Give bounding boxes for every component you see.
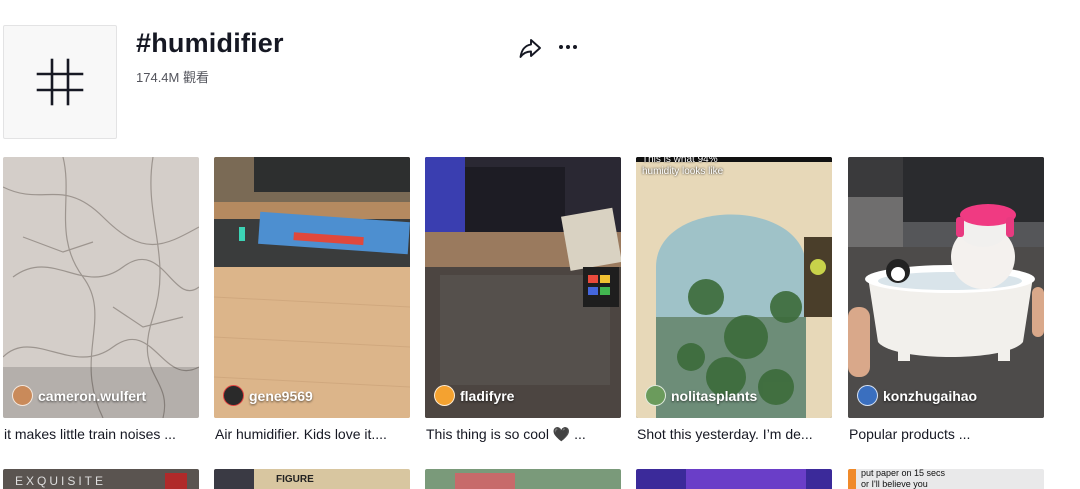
hash-icon bbox=[36, 58, 84, 106]
avatar bbox=[12, 385, 33, 406]
video-caption[interactable]: Popular products ... bbox=[849, 426, 1045, 442]
video-thumbnail[interactable]: konzhugaihao bbox=[848, 157, 1044, 418]
video-thumbnail[interactable]: cameron.wulfert bbox=[3, 157, 199, 418]
more-options-button[interactable] bbox=[556, 34, 580, 58]
video-thumbnail[interactable]: This is what 94% humidity looks like nol… bbox=[636, 157, 832, 418]
video-author[interactable]: gene9569 bbox=[223, 385, 313, 406]
thumbnail-text: FIGURE bbox=[276, 474, 314, 485]
thumbnail-decoration bbox=[165, 473, 187, 489]
video-overlay-text: This is what 94% bbox=[642, 157, 718, 165]
video-thumbnail[interactable] bbox=[425, 469, 621, 489]
marble-thumbnail-image bbox=[3, 157, 199, 418]
thumbnail-text: EXQUISITE bbox=[15, 474, 107, 488]
video-thumbnail[interactable]: FIGURE bbox=[214, 469, 410, 489]
avatar bbox=[857, 385, 878, 406]
author-name: fladifyre bbox=[460, 387, 515, 404]
thumbnail-decoration bbox=[848, 469, 856, 489]
video-thumbnail[interactable] bbox=[636, 469, 832, 489]
author-name: gene9569 bbox=[249, 387, 313, 404]
view-count: 174.4M 觀看 bbox=[136, 70, 209, 85]
video-author[interactable]: fladifyre bbox=[434, 385, 514, 406]
author-name: konzhugaihao bbox=[883, 387, 978, 404]
hashtag-header: #humidifier 174.4M 觀看 bbox=[0, 0, 1080, 150]
share-icon bbox=[519, 39, 541, 58]
desk-mat-thumbnail-image bbox=[425, 157, 621, 418]
avatar bbox=[434, 385, 455, 406]
video-caption[interactable]: Air humidifier. Kids love it.... bbox=[215, 426, 411, 442]
video-caption[interactable]: it makes little train noises ... bbox=[4, 426, 200, 442]
video-author[interactable]: nolitasplants bbox=[645, 385, 757, 406]
video-caption[interactable]: This thing is so cool 🖤 ... bbox=[426, 426, 622, 443]
video-caption[interactable]: Shot this yesterday. I’m de... bbox=[637, 426, 833, 442]
video-author[interactable]: cameron.wulfert bbox=[12, 385, 146, 406]
author-name: nolitasplants bbox=[671, 387, 758, 404]
video-thumbnail[interactable]: gene9569 bbox=[214, 157, 410, 418]
video-overlay-text: humidity looks like bbox=[642, 166, 724, 177]
hashtag-avatar bbox=[3, 25, 117, 139]
bathtub-humidifier-thumbnail-image bbox=[848, 157, 1044, 418]
video-thumbnail[interactable]: fladifyre bbox=[425, 157, 621, 418]
video-thumbnail[interactable]: put paper on 15 secs or I'll believe you bbox=[848, 469, 1044, 489]
plants-thumbnail-image bbox=[636, 157, 832, 418]
page-title: #humidifier bbox=[136, 28, 284, 58]
author-name: cameron.wulfert bbox=[38, 387, 147, 404]
thumbnail-decoration bbox=[686, 469, 806, 489]
avatar bbox=[223, 385, 244, 406]
avatar bbox=[645, 385, 666, 406]
video-thumbnail[interactable]: EXQUISITE bbox=[3, 469, 199, 489]
thumbnail-text: or I'll believe you bbox=[861, 479, 928, 489]
share-button[interactable] bbox=[518, 36, 542, 60]
more-icon bbox=[559, 45, 577, 49]
thumbnail-text: put paper on 15 secs bbox=[861, 469, 946, 478]
thumbnail-decoration bbox=[214, 469, 254, 489]
desk-keyboard-thumbnail-image bbox=[214, 157, 410, 418]
thumbnail-decoration bbox=[455, 473, 515, 489]
video-author[interactable]: konzhugaihao bbox=[857, 385, 977, 406]
